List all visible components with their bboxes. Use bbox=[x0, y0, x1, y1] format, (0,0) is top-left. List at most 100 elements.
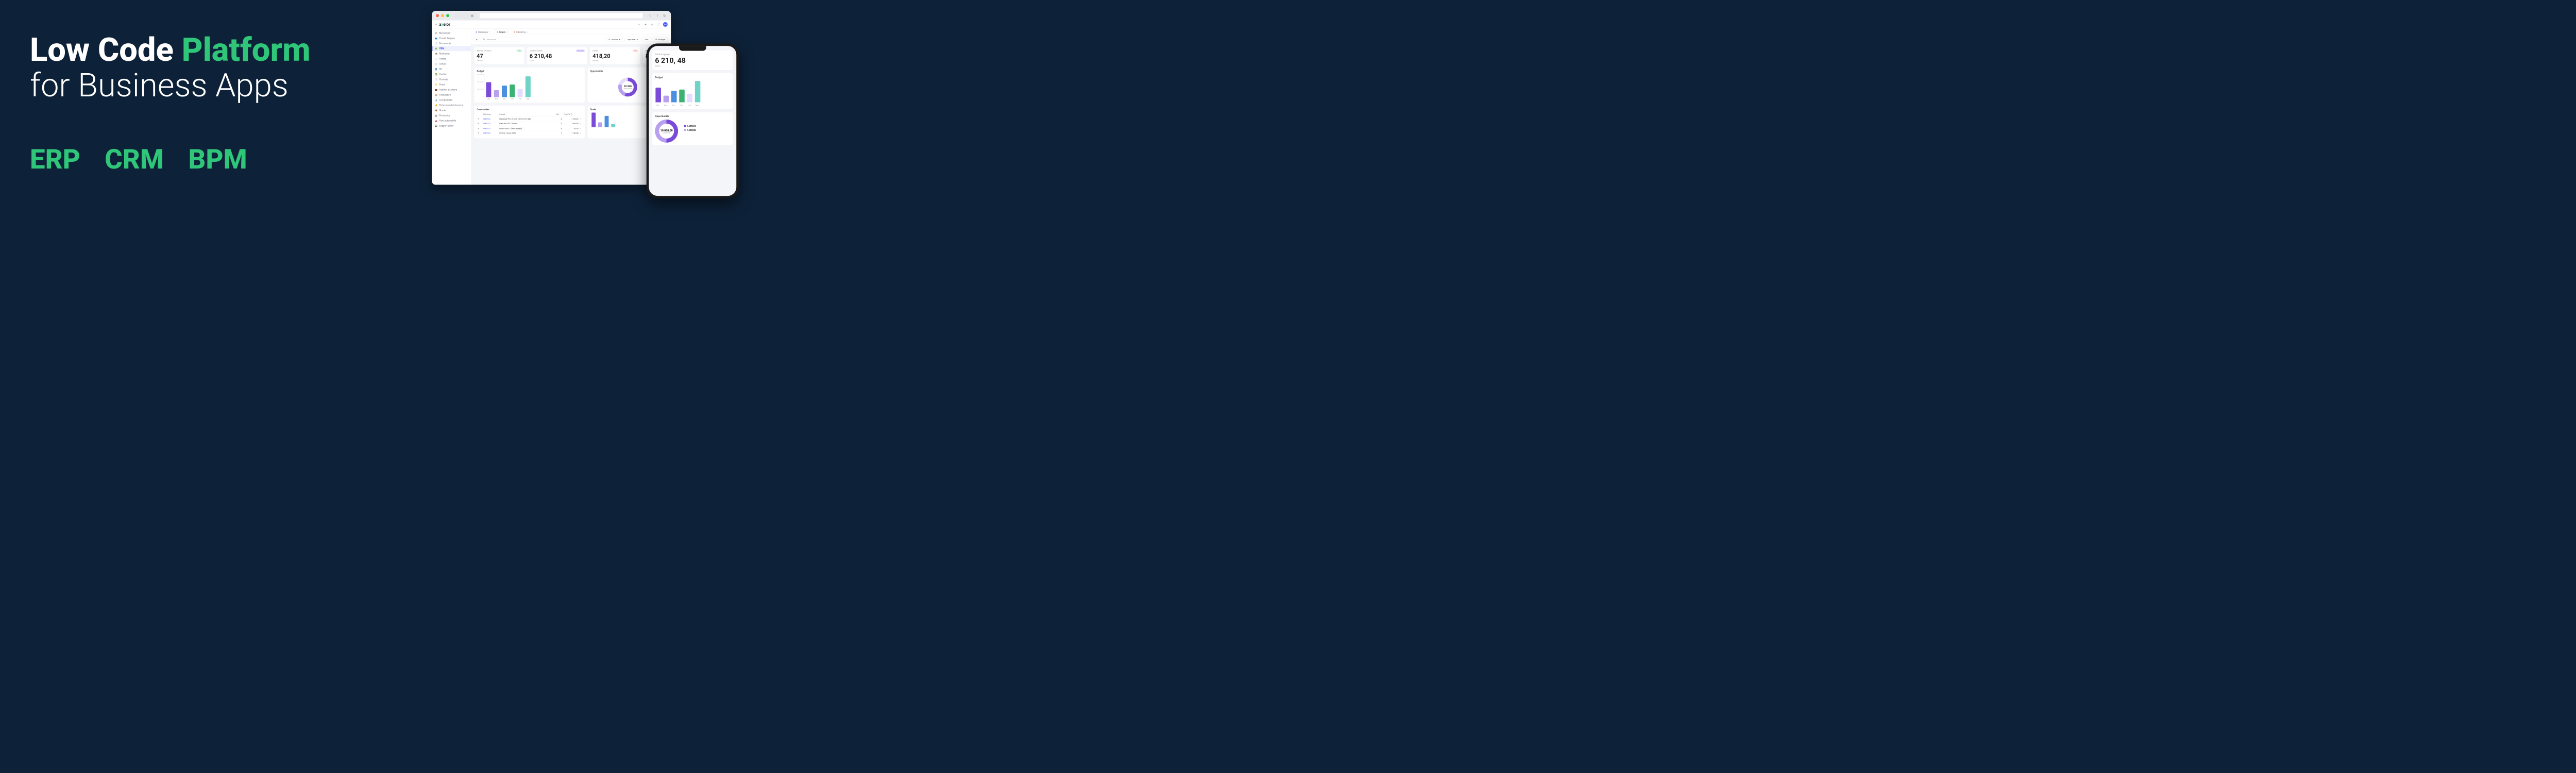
sidebar-item-production[interactable]: 🏭Production› bbox=[432, 113, 471, 118]
sidebar-item-travail-d-quipe[interactable]: 👥Travail d'équipe› bbox=[432, 36, 471, 41]
add-button[interactable]: + bbox=[474, 37, 479, 42]
phone-budget-bar bbox=[655, 88, 661, 102]
sidebar-item-label: RH bbox=[439, 68, 442, 71]
tabs-icon[interactable]: ⧉ bbox=[662, 13, 667, 18]
kpi-label: Durée bbox=[592, 49, 638, 52]
sidebar-icon: 🧮 bbox=[435, 94, 437, 96]
phone-budget-bar bbox=[687, 94, 693, 103]
share-icon[interactable]: ⇪ bbox=[655, 13, 659, 18]
sidebar: 💬Messenger›👥Travail d'équipe›📄Documents›… bbox=[432, 28, 471, 184]
menu-icon[interactable]: ≡ bbox=[435, 23, 437, 26]
table-row[interactable]: ✎ID#1123Macbook Pro 16 inch (2022 ) For … bbox=[477, 116, 582, 121]
order-ref: ID#1124 bbox=[482, 122, 499, 126]
edit-icon[interactable]: ✎ bbox=[477, 131, 482, 136]
sidebar-item-projet[interactable]: 📁Projet› bbox=[432, 82, 471, 87]
search-input[interactable]: 🔍 Recherche bbox=[481, 37, 519, 42]
sidebar-item-rh[interactable]: 👤RH› bbox=[432, 66, 471, 72]
sidebar-icon: 📊 bbox=[435, 99, 437, 102]
budget-chart-card: Budget 200 000,00150 000,00100 000,000 O… bbox=[474, 67, 585, 103]
sidebar-icon: ✅ bbox=[435, 73, 437, 76]
tab-projets[interactable]: Projets× bbox=[494, 29, 511, 35]
sidebar-item-support-client[interactable]: 🎧Support client› bbox=[432, 123, 471, 128]
phone-frame: Coût du projet 6 210, 48 Euros Budget Ok… bbox=[647, 43, 739, 198]
sidebar-item-marketing[interactable]: 📣Marketing› bbox=[432, 51, 471, 56]
nav-sidebar-button[interactable]: ▦ bbox=[470, 13, 474, 18]
edit-icon[interactable]: ✎ bbox=[477, 122, 482, 126]
sidebar-icon: 💼 bbox=[435, 89, 437, 91]
actions-button[interactable]: ↯ Actions ▾ bbox=[606, 37, 623, 42]
traffic-light-min[interactable] bbox=[441, 14, 444, 17]
sidebar-item-ventes[interactable]: 🧾Ventes› bbox=[432, 56, 471, 61]
tab-messenger[interactable]: Messenger× bbox=[473, 29, 493, 35]
tab-close-icon[interactable]: × bbox=[489, 31, 490, 33]
tab-dot-icon bbox=[497, 31, 498, 32]
table-row[interactable]: ✎ID#1124iPad Pro 2017 Model3594.39 ⋮ bbox=[477, 122, 582, 126]
tab-close-icon[interactable]: × bbox=[527, 31, 528, 33]
print-button[interactable]: Imprimer ▾ bbox=[625, 37, 640, 42]
sidebar-icon: 📦 bbox=[435, 109, 437, 112]
table-row[interactable]: ✎ID#1126Iphone 13 pro 202111146.48 ⋮ bbox=[477, 131, 582, 136]
url-bar[interactable] bbox=[480, 13, 643, 19]
kpi-value: 47 bbox=[477, 53, 522, 59]
tab-label: Marketing bbox=[516, 31, 526, 33]
sidebar-item-comptabilit-[interactable]: 📊Comptabilité› bbox=[432, 97, 471, 103]
sidebar-icon: 📄 bbox=[435, 42, 437, 45]
sidebar-item-gestion-l-affaire[interactable]: 💼Gestion à l'affaire› bbox=[432, 87, 471, 92]
nav-back-button[interactable]: ‹ bbox=[455, 13, 460, 18]
bell-icon[interactable]: ♡ bbox=[656, 23, 660, 26]
sidebar-item-facturation[interactable]: 🧮Facturation› bbox=[432, 92, 471, 97]
sidebar-item-crm[interactable]: 🧩CRM› bbox=[432, 46, 471, 51]
sidebar-item-qualit-[interactable]: ✅Qualité› bbox=[432, 72, 471, 77]
kpi-value: 6 210,48 bbox=[530, 53, 585, 59]
order-total: 1163.24 ⋮ bbox=[563, 116, 582, 121]
nav-refresh-button[interactable]: ↻ bbox=[648, 13, 652, 18]
edit-icon[interactable]: ✎ bbox=[477, 116, 482, 121]
table-row[interactable]: ✎ID#1125Gopro hero 7 (with receipt)976.9… bbox=[477, 126, 582, 131]
order-qty: 9 bbox=[555, 126, 563, 131]
sidebar-item-messenger[interactable]: 💬Messenger› bbox=[432, 30, 471, 36]
tab-marketing[interactable]: Marketing× bbox=[511, 29, 530, 35]
view-button[interactable]: Voir bbox=[642, 37, 651, 42]
nav-fwd-button[interactable]: › bbox=[463, 13, 467, 18]
sidebar-item-documents[interactable]: 📄Documents› bbox=[432, 41, 471, 46]
browser-titlebar: ‹ › ▦ ↻ ⇪ ⧉ bbox=[432, 11, 671, 20]
tab-close-icon[interactable]: × bbox=[507, 31, 508, 33]
avatar[interactable]: Co bbox=[663, 22, 668, 27]
budget-bar bbox=[486, 82, 492, 97]
traffic-light-close[interactable] bbox=[436, 14, 439, 17]
budget-title: Budget bbox=[477, 70, 582, 73]
sidebar-item-stocks[interactable]: 📦Stocks› bbox=[432, 108, 471, 113]
sidebar-item-parc-automobile[interactable]: 🚗Parc automobile› bbox=[432, 118, 471, 123]
app-logo: axelor bbox=[439, 22, 450, 27]
sidebar-item-label: Comptabilité bbox=[439, 99, 452, 102]
sidebar-item-contrats[interactable]: 📑Contrats› bbox=[432, 77, 471, 82]
kpi-card: -4%Durée418,20Heures bbox=[590, 47, 640, 64]
legend-item: 5 000,00 bbox=[684, 129, 696, 131]
send-button[interactable]: ✉ Envoyer bbox=[653, 37, 668, 42]
kpi-badge: all results bbox=[576, 49, 585, 52]
order-qty: 2 bbox=[555, 116, 563, 121]
sidebar-item-pr-visions-de-tr-sorerie[interactable]: 💰Prévisions de trésorerie› bbox=[432, 103, 471, 108]
phone-budget-card: Budget OktNovDecJanFebMar bbox=[652, 73, 733, 109]
budget-bars bbox=[485, 74, 582, 97]
tab-dot-icon bbox=[514, 31, 515, 32]
order-product: Iphone 13 pro 2021 bbox=[499, 131, 555, 136]
order-ref: ID#1123 bbox=[482, 116, 499, 121]
order-qty: 1 bbox=[555, 131, 563, 136]
orders-table: RéférenceProduitQtéTotal (W.T) ✎ID#1123M… bbox=[477, 112, 582, 136]
mail-icon[interactable]: ✉ bbox=[643, 23, 648, 26]
star-icon[interactable]: ☆ bbox=[650, 23, 654, 26]
phone-screen: Coût du projet 6 210, 48 Euros Budget Ok… bbox=[649, 46, 736, 196]
order-total: 1146.48 ⋮ bbox=[563, 131, 582, 136]
traffic-light-max[interactable] bbox=[446, 14, 449, 17]
app-header: ≡ axelor ⌂ ✉ ☆ ♡ Co bbox=[432, 21, 671, 29]
hero-text: Low Code Platform for Business Apps ERP … bbox=[30, 32, 311, 175]
order-ref: ID#1126 bbox=[482, 131, 499, 136]
sidebar-item-achats[interactable]: 🛒Achats› bbox=[432, 61, 471, 66]
pill-erp: ERP bbox=[30, 143, 80, 175]
duree-bar bbox=[604, 116, 608, 127]
home-icon[interactable]: ⌂ bbox=[637, 23, 641, 26]
edit-icon[interactable]: ✎ bbox=[477, 126, 482, 131]
order-total: 594.39 ⋮ bbox=[563, 122, 582, 126]
budget-bar bbox=[518, 89, 523, 97]
